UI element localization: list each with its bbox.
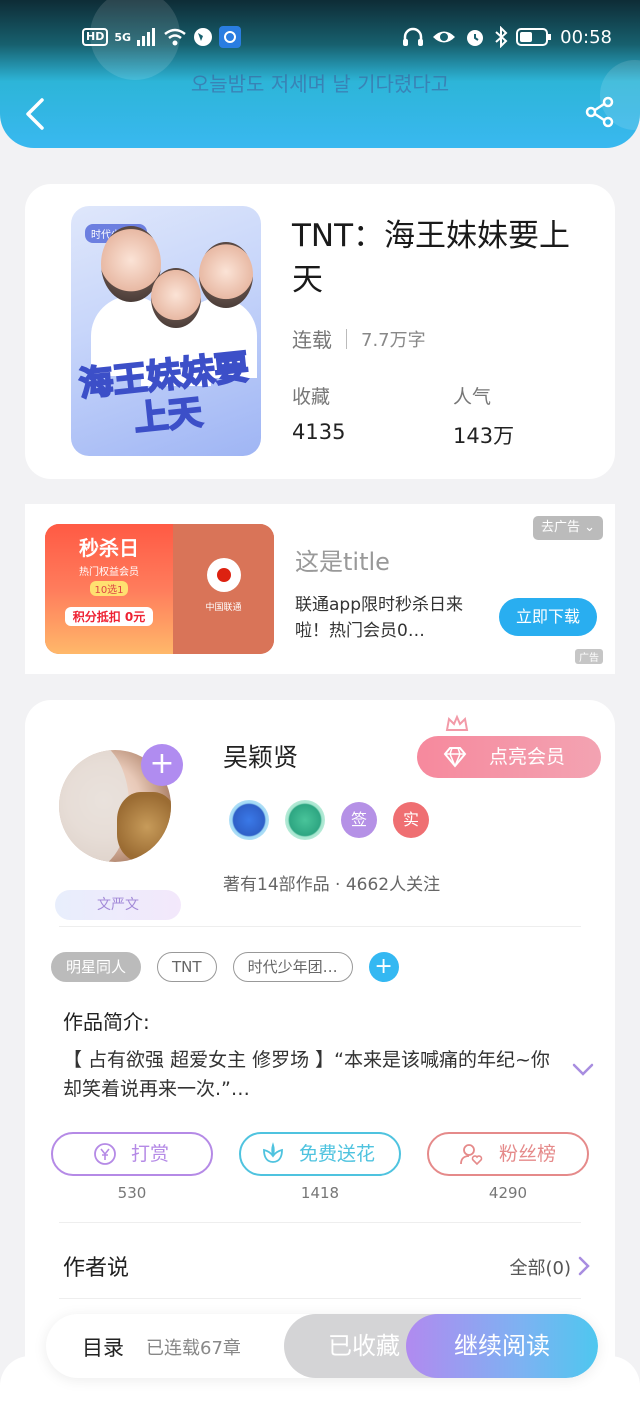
ad-brand: 中国联通 (205, 603, 242, 613)
yen-icon (94, 1143, 116, 1165)
tip-count: 530 (117, 1184, 147, 1202)
author-stats: 著有14部作品 · 4662人关注 (223, 875, 441, 895)
ad-banner[interactable]: 秒杀日 热门权益会员 10选1 积分抵扣 0元 中国联通 这是title 联通a… (25, 504, 615, 674)
bluetooth-icon (495, 26, 508, 48)
bottom-action-bar: 目录 已连载67章 已收藏 继续阅读 (46, 1314, 598, 1378)
hd-badge: HD (82, 28, 109, 46)
tag-item[interactable]: 明星同人 (51, 952, 142, 982)
back-icon[interactable] (22, 96, 50, 132)
alarm-icon (467, 30, 484, 46)
china-unicom-logo (207, 558, 241, 592)
follow-button[interactable]: + (141, 744, 183, 786)
app-notification-icon (219, 26, 242, 48)
popularity-label: 人气 (453, 386, 492, 408)
eye-icon (433, 31, 456, 43)
author-badge: 文严文 (55, 890, 181, 920)
tip-button[interactable]: 打赏 (51, 1132, 213, 1176)
divider (59, 1298, 581, 1299)
music-medal-icon[interactable] (229, 800, 269, 840)
book-cover[interactable]: 时代少年团 海王妹妹要上天 (71, 206, 261, 456)
divider (59, 926, 581, 927)
tag-item[interactable]: TNT (157, 952, 217, 982)
globe-icon (194, 28, 213, 46)
fan-count: 4290 (488, 1184, 528, 1202)
wifi-icon (164, 28, 186, 46)
author-name[interactable]: 吴颖贤 (223, 738, 298, 774)
continue-reading-button[interactable]: 继续阅读 (406, 1314, 598, 1378)
ad-mark: 广告 (575, 649, 603, 664)
view-all-link[interactable]: 全部(0) (510, 1254, 572, 1280)
signal-icon (137, 28, 156, 46)
header-marquee: 오늘밤도 저세며 날 기다렸다고 (190, 72, 450, 96)
author-badges: 签 实 (229, 800, 429, 840)
separator (346, 328, 347, 349)
share-icon[interactable] (584, 96, 616, 128)
remove-ad-button[interactable]: 去广告 ⌄ (532, 516, 603, 540)
headphones-icon (403, 27, 424, 46)
ad-image-price: 积分抵扣 0元 (64, 607, 154, 626)
remove-ad-label: 去广告 (540, 520, 580, 535)
verified-badge[interactable]: 实 (393, 802, 429, 838)
ad-image-title: 秒杀日 (79, 536, 139, 560)
book-status-row: 连载 7.7万字 (292, 324, 426, 353)
signed-badge[interactable]: 签 (341, 802, 377, 838)
send-flower-label: 免费送花 (299, 1143, 376, 1165)
book-title: TNT：海王妹妹要上天 (292, 218, 571, 298)
intro-text[interactable]: 【 占有欲强 超爱女主 修罗场 】“本来是该喊痛的年纪~你却笑着说再来一次.”… (63, 1046, 563, 1104)
flower-count: 1418 (300, 1184, 340, 1202)
user-heart-icon (460, 1144, 483, 1166)
author-says-label: 作者说 (63, 1256, 130, 1281)
tip-label: 打赏 (131, 1143, 170, 1165)
tag-list: 明星同人 TNT 时代少年团… + (51, 952, 399, 982)
tag-item[interactable]: 时代少年团… (232, 952, 353, 982)
collections-value: 4135 (292, 420, 346, 444)
download-button[interactable]: 立即下载 (499, 598, 597, 636)
ad-title: 这是title (295, 548, 390, 576)
chevron-right-icon[interactable] (577, 1256, 591, 1276)
author-card: + 文严文 吴颖贤 点亮会员 签 实 著有14部作品 · 4662人关注 明星同… (25, 700, 615, 1400)
battery-icon (516, 28, 552, 46)
send-flower-button[interactable]: 免费送花 (239, 1132, 401, 1176)
popularity-value: 143万 (453, 424, 515, 448)
flower-icon (263, 1142, 283, 1163)
cover-title-art: 海王妹妹要上天 (76, 346, 251, 440)
chapter-count: 已连载67章 (146, 1338, 241, 1359)
collections-label: 收藏 (292, 386, 331, 408)
intro-label: 作品简介: (63, 1010, 150, 1034)
fan-rank-label: 粉丝榜 (499, 1143, 557, 1165)
word-count: 7.7万字 (361, 329, 426, 351)
vip-button[interactable]: 点亮会员 (417, 736, 601, 778)
crown-icon (445, 714, 469, 731)
status-bar: HD 5G 00:58 (0, 0, 640, 64)
ad-image[interactable]: 秒杀日 热门权益会员 10选1 积分抵扣 0元 中国联通 (45, 524, 274, 654)
header: HD 5G 00:58 오늘밤도 저세며 날 기다렸다고 (0, 0, 640, 148)
ad-image-badge: 10选1 (90, 581, 128, 596)
add-tag-button[interactable]: + (368, 952, 399, 982)
network-label: 5G (114, 30, 132, 44)
handshake-medal-icon[interactable] (285, 800, 325, 840)
chevron-down-icon[interactable] (571, 1062, 595, 1078)
ad-image-subtitle: 热门权益会员 (79, 567, 139, 578)
clock: 00:58 (560, 26, 612, 48)
toc-button[interactable]: 目录 (82, 1332, 124, 1362)
serial-status: 连载 (292, 328, 332, 352)
book-info-card: 时代少年团 海王妹妹要上天 TNT：海王妹妹要上天 连载 7.7万字 收藏 41… (25, 184, 615, 479)
divider (59, 1222, 581, 1223)
chevron-down-icon: ⌄ (584, 520, 595, 535)
vip-label: 点亮会员 (489, 746, 566, 768)
ad-description: 联通app限时秒杀日来啦！热门会员0… (295, 595, 463, 641)
diamond-icon (443, 747, 467, 768)
fan-rank-button[interactable]: 粉丝榜 (427, 1132, 589, 1176)
